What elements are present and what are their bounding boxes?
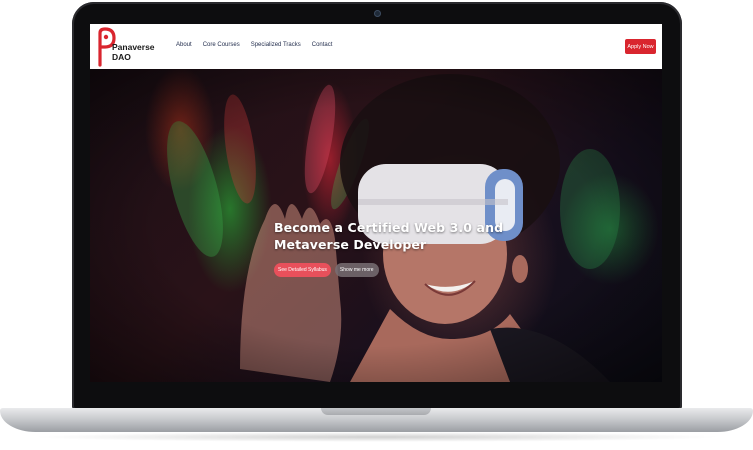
main-nav: About Core Courses Specialized Tracks Co… [176, 42, 332, 48]
hero-actions: See Detailed Syllabus Show me more [274, 263, 379, 277]
hero-section: Become a Certified Web 3.0 and Metaverse… [90, 69, 662, 382]
brand-name: Panaverse DAO [112, 42, 155, 62]
laptop-shadow [30, 432, 723, 442]
brand-name-line1: Panaverse [112, 42, 155, 52]
apply-now-button[interactable]: Apply Now [625, 39, 656, 54]
brand-name-line2: DAO [112, 52, 131, 62]
laptop-hinge-notch [321, 408, 431, 415]
nav-link-contact[interactable]: Contact [312, 42, 333, 48]
laptop-screen: Panaverse DAO About Core Courses Special… [90, 24, 662, 382]
brand-logo[interactable]: Panaverse DAO [94, 27, 155, 67]
see-detailed-syllabus-button[interactable]: See Detailed Syllabus [274, 263, 331, 277]
nav-link-specialized-tracks[interactable]: Specialized Tracks [251, 42, 301, 48]
navbar: Panaverse DAO About Core Courses Special… [90, 24, 662, 69]
hero-title: Become a Certified Web 3.0 and Metaverse… [274, 220, 504, 252]
nav-link-core-courses[interactable]: Core Courses [203, 42, 240, 48]
nav-link-about[interactable]: About [176, 42, 192, 48]
webcam-icon [374, 10, 381, 17]
show-me-more-button[interactable]: Show me more [334, 263, 379, 277]
